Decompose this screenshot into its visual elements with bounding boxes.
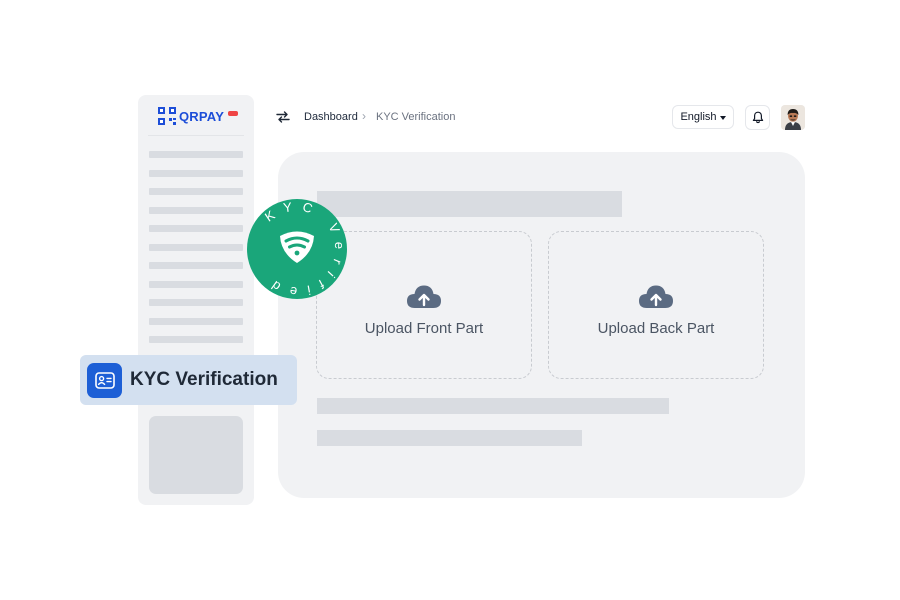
- sidebar-item-placeholder[interactable]: [149, 207, 243, 214]
- logo-badge: [228, 110, 239, 116]
- sidebar-item-placeholder[interactable]: [149, 151, 243, 158]
- sidebar-item-placeholder[interactable]: [149, 299, 243, 306]
- breadcrumb-separator: ›: [362, 109, 366, 123]
- sidebar-divider: [148, 135, 244, 136]
- language-select[interactable]: English: [672, 105, 734, 129]
- sidebar-item-placeholder[interactable]: [149, 244, 243, 251]
- qr-logo-icon: [158, 107, 176, 125]
- breadcrumb-dashboard[interactable]: Dashboard: [304, 111, 358, 124]
- sidebar-item-placeholder[interactable]: [149, 225, 243, 232]
- title-placeholder: [317, 191, 622, 217]
- id-card-icon: [94, 372, 115, 389]
- upload-back-label: Upload Back Part: [597, 320, 715, 337]
- breadcrumb-current: KYC Verification: [376, 111, 456, 123]
- upload-front-dropzone[interactable]: Upload Front Part: [316, 231, 532, 379]
- kyc-verification-chip[interactable]: KYC Verification: [80, 355, 297, 405]
- text-placeholder: [317, 398, 669, 414]
- logo-text: QRPAY: [179, 108, 225, 124]
- text-placeholder: [317, 430, 582, 446]
- kyc-verification-label: KYC Verification: [130, 369, 278, 390]
- upload-front-label: Upload Front Part: [364, 320, 484, 337]
- app-logo[interactable]: QRPAY: [158, 107, 239, 125]
- bell-icon: [752, 111, 763, 124]
- kyc-form-card: Upload Front Part Upload Back Part: [278, 152, 805, 498]
- sidebar-item-placeholder[interactable]: [149, 262, 243, 269]
- swap-arrows-icon[interactable]: [276, 110, 290, 124]
- language-label: English: [680, 111, 717, 123]
- user-avatar[interactable]: [781, 105, 805, 130]
- sidebar: QRPAY: [138, 95, 254, 505]
- sidebar-card-placeholder: [149, 416, 243, 494]
- upload-back-dropzone[interactable]: Upload Back Part: [548, 231, 764, 379]
- cloud-upload-icon: [407, 285, 441, 308]
- id-card-icon-box: [87, 363, 122, 398]
- sidebar-item-placeholder[interactable]: [149, 281, 243, 288]
- notification-button[interactable]: [745, 105, 770, 130]
- chevron-down-icon: [719, 115, 726, 120]
- sidebar-item-placeholder[interactable]: [149, 188, 243, 195]
- user-avatar-icon: [781, 105, 805, 130]
- kyc-verified-seal: KYC Verified: [247, 199, 347, 299]
- sidebar-item-placeholder[interactable]: [149, 318, 243, 325]
- cloud-upload-icon: [639, 285, 673, 308]
- sidebar-item-placeholder[interactable]: [149, 170, 243, 177]
- sidebar-item-placeholder[interactable]: [149, 336, 243, 343]
